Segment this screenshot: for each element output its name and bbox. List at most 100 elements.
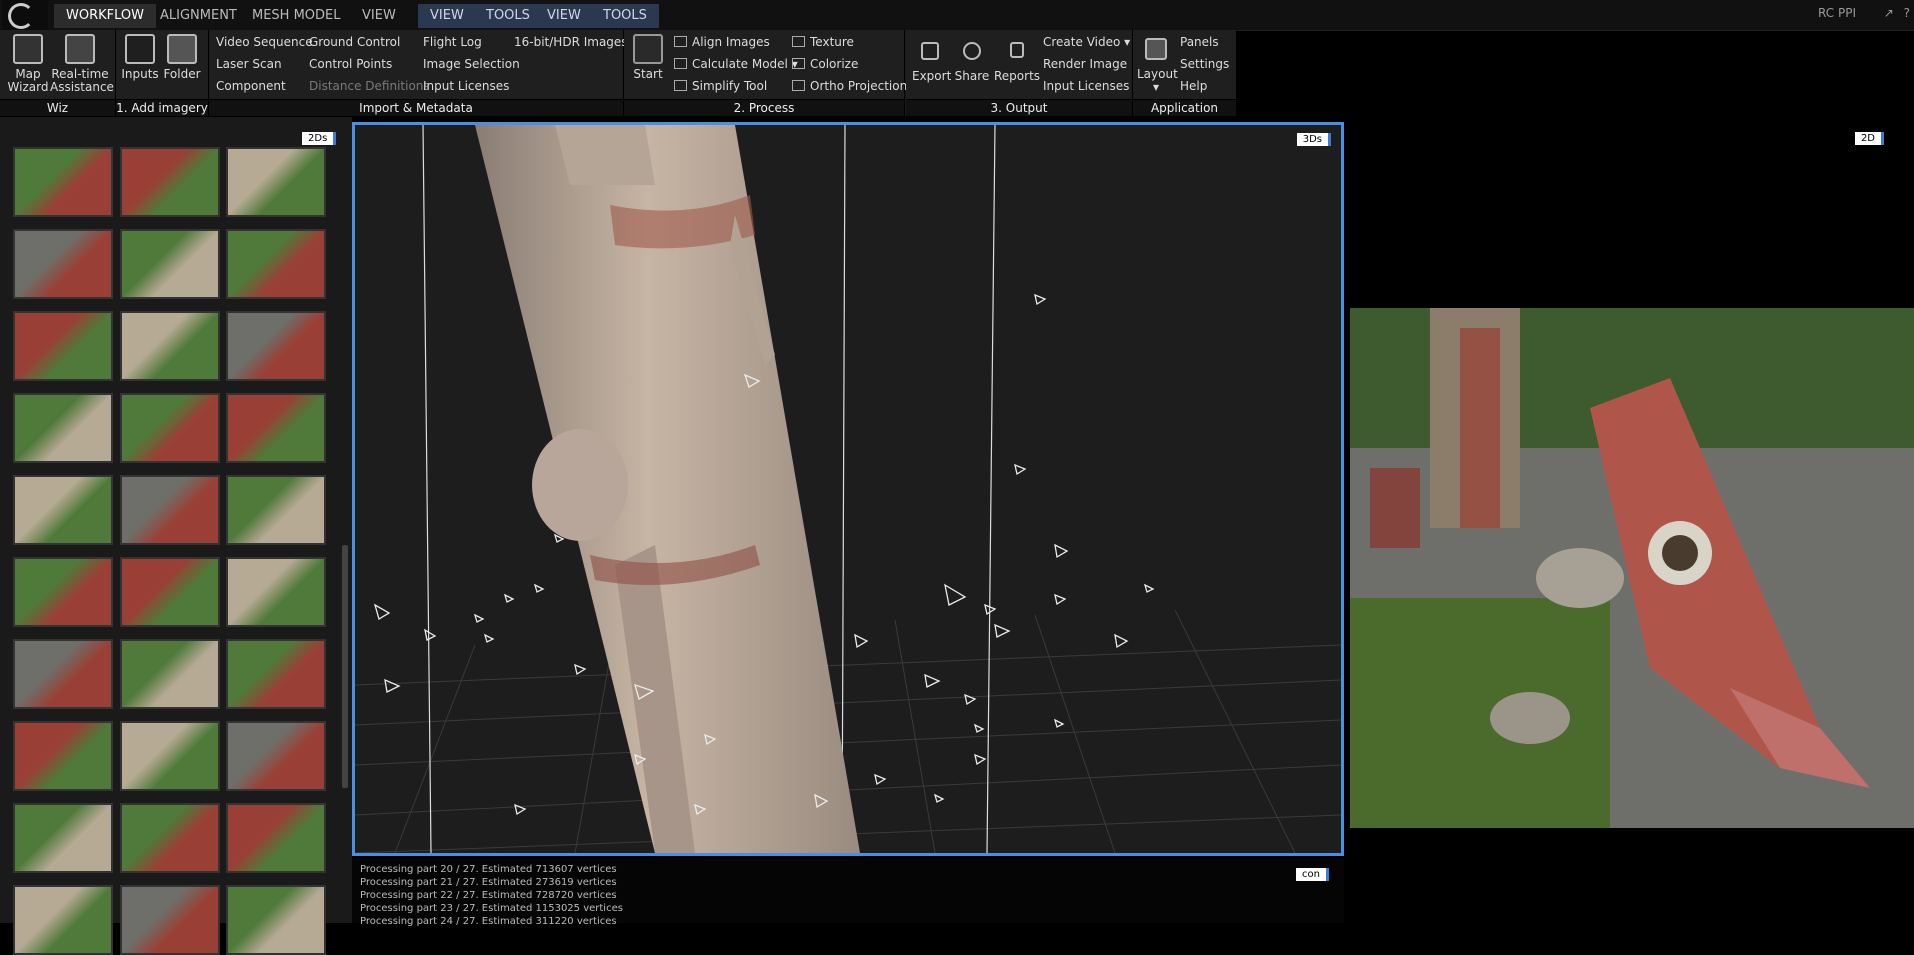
image-thumbnail[interactable] (13, 393, 113, 463)
external-link-icon[interactable]: ↗ (1884, 6, 1894, 20)
share-icon (963, 42, 981, 60)
image-thumbnail[interactable] (226, 229, 326, 299)
ribbon-group-output: Export Share Reports Create Video ▾ Rend… (906, 30, 1133, 116)
create-video-button[interactable]: Create Video ▾ (1043, 35, 1130, 49)
image-thumbnail[interactable] (120, 885, 220, 955)
ribbon-group-process: Start Align Images Calculate Model ▾ Sim… (624, 30, 912, 116)
image-thumbnail[interactable] (13, 639, 113, 709)
ground-control-button[interactable]: Ground Control (309, 35, 400, 49)
image-thumbnail[interactable] (120, 721, 220, 791)
distance-definitions-button[interactable]: Distance Definitions (309, 79, 430, 93)
image-thumbnail[interactable] (226, 803, 326, 873)
ortho-projection-button[interactable]: Ortho Projection (792, 79, 907, 93)
texture-label: Texture (810, 35, 854, 49)
image-thumbnail[interactable] (13, 885, 113, 955)
flight-log-button[interactable]: Flight Log (423, 35, 482, 49)
share-label: Share (954, 69, 990, 83)
image-thumbnail[interactable] (120, 311, 220, 381)
group-label-application: Application (1133, 99, 1236, 116)
image-thumbnail[interactable] (226, 557, 326, 627)
laser-scan-button[interactable]: Laser Scan (216, 57, 282, 71)
view-tag-2d[interactable]: 2D (1854, 132, 1884, 145)
tab-view-2d[interactable]: VIEW (535, 4, 593, 28)
share-button[interactable]: Share (954, 34, 990, 83)
map-wizard-label: Map Wizard (7, 67, 49, 94)
view-tag-2ds[interactable]: 2Ds (302, 132, 337, 145)
image-thumbnail[interactable] (226, 885, 326, 955)
image-thumbnail[interactable] (120, 229, 220, 299)
texture-icon (792, 36, 805, 47)
tab-alignment[interactable]: ALIGNMENT (148, 4, 249, 28)
layout-icon (1145, 38, 1167, 60)
tab-view[interactable]: VIEW (350, 4, 408, 28)
calculate-model-button[interactable]: Calculate Model ▾ (674, 57, 798, 71)
settings-button[interactable]: Settings (1180, 57, 1229, 71)
image-thumbnail[interactable] (13, 475, 113, 545)
map-wizard-button[interactable]: Map Wizard (6, 34, 50, 94)
control-points-button[interactable]: Control Points (309, 57, 392, 71)
texture-button[interactable]: Texture (792, 35, 854, 49)
colorize-button[interactable]: Colorize ▾ (792, 57, 912, 71)
simplify-tool-button[interactable]: Simplify Tool (674, 79, 767, 93)
mesh-model (475, 125, 860, 853)
image-thumbnail[interactable] (226, 639, 326, 709)
image-thumbnail[interactable] (13, 311, 113, 381)
image-thumbnail[interactable] (226, 721, 326, 791)
tab-view-3d[interactable]: VIEW (418, 4, 476, 28)
tab-mesh-model[interactable]: MESH MODEL (240, 4, 353, 28)
simplify-tool-label: Simplify Tool (692, 79, 768, 93)
image-thumbnail[interactable] (120, 803, 220, 873)
view-tag-console[interactable]: con (1296, 868, 1329, 881)
folder-button[interactable]: Folder (162, 34, 202, 81)
align-images-button[interactable]: Align Images (674, 35, 770, 49)
image-thumbnail[interactable] (120, 639, 220, 709)
start-button[interactable]: Start (628, 34, 668, 81)
image-thumbnail[interactable] (120, 557, 220, 627)
tab-workflow[interactable]: WORKFLOW (54, 4, 156, 28)
image-thumbnail[interactable] (226, 147, 326, 217)
help-icon[interactable]: ? (1904, 6, 1910, 20)
video-sequence-button[interactable]: Video Sequence (216, 35, 313, 49)
image-thumbnail[interactable] (120, 147, 220, 217)
output-input-licenses-button[interactable]: Input Licenses (1043, 79, 1129, 93)
ribbon-group-application: Layout ▾ Panels Settings Help Application (1133, 30, 1237, 116)
colorize-icon (792, 58, 805, 69)
reports-label: Reports (994, 69, 1041, 83)
export-button[interactable]: Export (912, 34, 951, 83)
image-thumbnail[interactable] (120, 393, 220, 463)
tab-tools-3d[interactable]: TOOLS (474, 4, 542, 28)
thumbnails-scrollbar[interactable] (342, 545, 348, 788)
image-thumbnail[interactable] (13, 803, 113, 873)
tab-tools-2d[interactable]: TOOLS (591, 4, 659, 28)
help-button[interactable]: Help (1180, 79, 1207, 93)
image-thumbnail[interactable] (226, 475, 326, 545)
image-thumbnail[interactable] (13, 147, 113, 217)
image-thumbnail[interactable] (13, 557, 113, 627)
image-thumbnail[interactable] (13, 721, 113, 791)
window-icons[interactable]: ↗ ? (1884, 6, 1910, 20)
app-logo[interactable] (2, 0, 48, 30)
realtime-assistance-button[interactable]: Real-time Assistance (50, 34, 114, 94)
image-thumbnail[interactable] (226, 393, 326, 463)
console-line: Processing part 22 / 27. Estimated 72872… (360, 890, 617, 901)
render-image-button[interactable]: Render Image (1043, 57, 1127, 71)
image-selection-button[interactable]: Image Selection (423, 57, 520, 71)
panels-button[interactable]: Panels (1180, 35, 1219, 49)
hdr-images-button[interactable]: 16-bit/HDR Images (514, 35, 628, 49)
group-label-wiz: Wiz (0, 99, 115, 116)
view-tag-3ds[interactable]: 3Ds (1296, 133, 1331, 146)
folder-label: Folder (163, 67, 201, 81)
image-thumbnail[interactable] (13, 229, 113, 299)
input-licenses-button[interactable]: Input Licenses (423, 79, 509, 93)
map-icon (13, 34, 43, 64)
reports-button[interactable]: Reports (994, 34, 1040, 83)
start-icon (633, 34, 663, 64)
3d-viewport[interactable]: 3Ds (352, 122, 1344, 856)
image-thumbnail[interactable] (120, 475, 220, 545)
create-video-label: Create Video (1043, 35, 1121, 49)
layout-button[interactable]: Layout ▾ (1137, 34, 1178, 94)
inputs-button[interactable]: Inputs (120, 34, 160, 81)
realtime-icon (65, 34, 95, 64)
image-thumbnail[interactable] (226, 311, 326, 381)
component-button[interactable]: Component (216, 79, 286, 93)
